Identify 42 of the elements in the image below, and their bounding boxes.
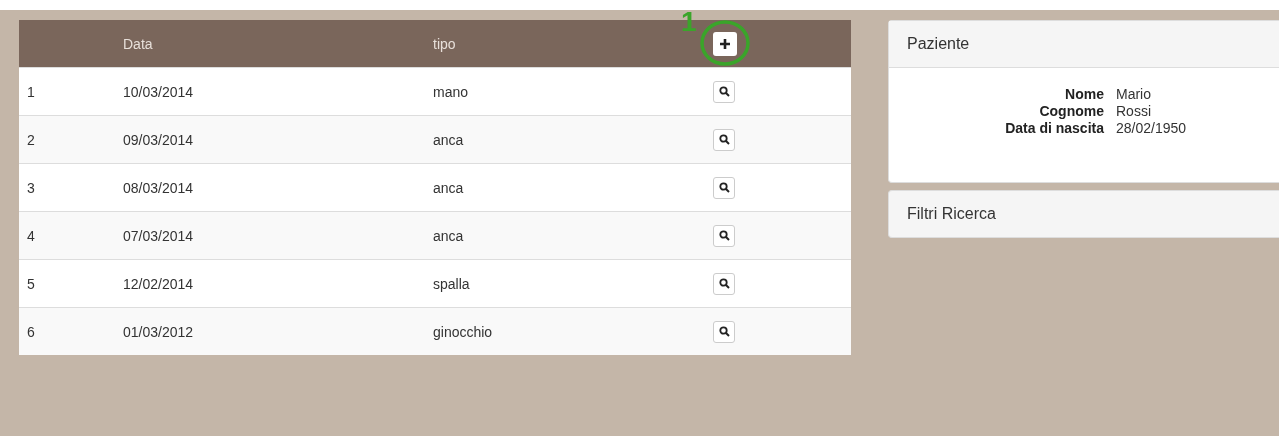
search-icon (718, 86, 730, 97)
table-cell-text: 12/02/2014 (122, 275, 195, 292)
table-cell-text: 5 (26, 275, 36, 292)
search-icon (718, 326, 730, 337)
table-cell-text: ginocchio (432, 323, 494, 340)
view-button[interactable] (713, 128, 735, 151)
column-header: tipo (432, 35, 457, 52)
field-value: Mario (1116, 86, 1152, 102)
view-button[interactable] (713, 176, 735, 199)
table-cell-text: 09/03/2014 (122, 131, 195, 148)
table-cell-text: 01/03/2012 (122, 323, 195, 340)
plus-icon (719, 37, 731, 50)
table-cell-text: 08/03/2014 (122, 179, 195, 196)
table-cell-text: 1 (26, 83, 36, 100)
table-cell-text: 6 (26, 323, 36, 340)
view-button[interactable] (713, 272, 735, 295)
column-header: Data (122, 35, 154, 52)
field-label: Data di nascita (1004, 120, 1104, 136)
table-cell-text: 07/03/2014 (122, 227, 195, 244)
add-button[interactable] (713, 31, 737, 56)
field-label: Nome (1064, 86, 1104, 102)
search-icon (718, 134, 730, 145)
search-icon (718, 182, 730, 193)
search-icon (718, 278, 730, 289)
view-button[interactable] (713, 224, 735, 247)
field-value: Rossi (1116, 103, 1152, 119)
search-icon (718, 230, 730, 241)
table-cell-text: spalla (432, 275, 471, 292)
view-button[interactable] (713, 80, 735, 103)
table-cell-text: anca (432, 131, 465, 148)
view-button[interactable] (713, 320, 735, 343)
field-label: Cognome (1038, 103, 1104, 119)
table-cell-text: 3 (26, 179, 36, 196)
table-cell-text: anca (432, 227, 465, 244)
field-value: 28/02/1950 (1116, 120, 1188, 136)
panel-title: Paziente (889, 21, 1279, 68)
table-cell-text: 4 (26, 227, 36, 244)
table-cell-text: 10/03/2014 (122, 83, 195, 100)
filters-panel[interactable]: Filtri Ricerca (888, 190, 1279, 238)
table-cell-text: anca (432, 179, 465, 196)
table-cell-text: mano (432, 83, 470, 100)
table-cell-text: 2 (26, 131, 36, 148)
